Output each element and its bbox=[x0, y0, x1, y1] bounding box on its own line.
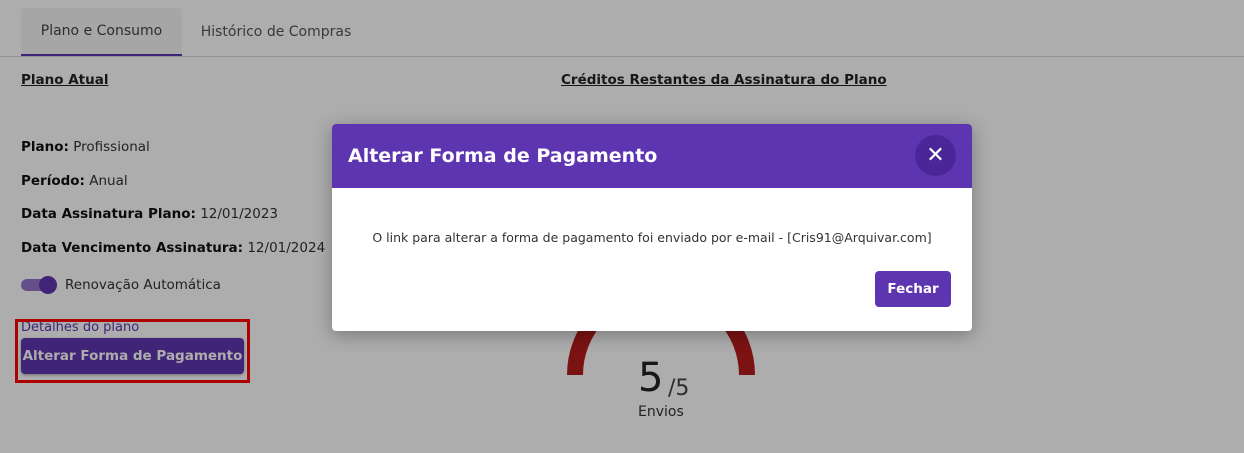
close-button[interactable]: Fechar bbox=[875, 271, 951, 307]
payment-modal: Alterar Forma de Pagamento ✕ O link para… bbox=[332, 124, 972, 331]
modal-message: O link para alterar a forma de pagamento… bbox=[372, 230, 932, 245]
modal-title: Alterar Forma de Pagamento bbox=[348, 145, 658, 167]
close-icon[interactable]: ✕ bbox=[915, 135, 956, 176]
modal-header: Alterar Forma de Pagamento ✕ bbox=[332, 124, 972, 188]
